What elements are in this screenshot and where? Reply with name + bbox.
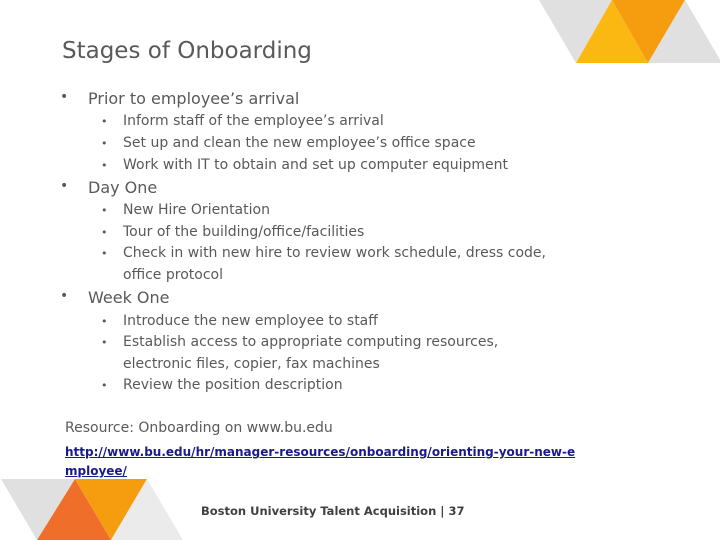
bullet: • [60,288,69,304]
resource-link[interactable]: http://www.bu.edu/hr/manager-resources/o… [65,443,585,481]
list-item: • Establish access to appropriate comput… [101,332,523,375]
list-item-text: Set up and clean the new employee’s offi… [123,135,476,151]
bullet: • [101,115,108,128]
slide-title: Stages of Onboarding [62,38,312,64]
list-item: • Tour of the building/office/facilities [101,222,583,244]
bullet: • [101,315,108,328]
list-item: • Check in with new hire to review work … [101,243,573,286]
bullet: • [101,336,108,349]
bullet: • [101,226,108,239]
section-heading: • Day One [60,178,158,197]
list-item-text: Introduce the new employee to staff [123,313,378,329]
list-item-text: Check in with new hire to review work sc… [123,245,546,283]
list-item: • Review the position description [101,375,583,397]
list-item-text: Tour of the building/office/facilities [123,224,365,240]
section-heading-text: Week One [88,288,170,307]
bullet: • [101,379,108,392]
list-item-text: Review the position description [123,377,343,393]
bullet: • [101,137,108,150]
section-heading: • Prior to employee’s arrival [60,89,300,108]
list-item-text: New Hire Orientation [123,202,270,218]
list-item: • Introduce the new employee to staff [101,311,583,333]
bullet: • [101,159,108,172]
bullet: • [101,204,108,217]
resource-label: Resource: Onboarding on www.bu.edu [65,420,333,436]
section-heading-text: Day One [88,178,158,197]
list-item: • Inform staff of the employee’s arrival [101,111,583,133]
bullet: • [101,247,108,260]
section-heading: • Week One [60,288,170,307]
bullet: • [60,178,69,194]
bullet: • [60,89,69,105]
list-item-text: Work with IT to obtain and set up comput… [123,157,508,173]
section-heading-text: Prior to employee’s arrival [88,89,300,108]
list-item-text: Establish access to appropriate computin… [123,334,499,372]
slide-footer: Boston University Talent Acquisition | 3… [201,504,465,518]
list-item: • New Hire Orientation [101,200,583,222]
list-item-text: Inform staff of the employee’s arrival [123,113,384,129]
list-item: • Work with IT to obtain and set up comp… [101,155,583,177]
list-item: • Set up and clean the new employee’s of… [101,133,583,155]
